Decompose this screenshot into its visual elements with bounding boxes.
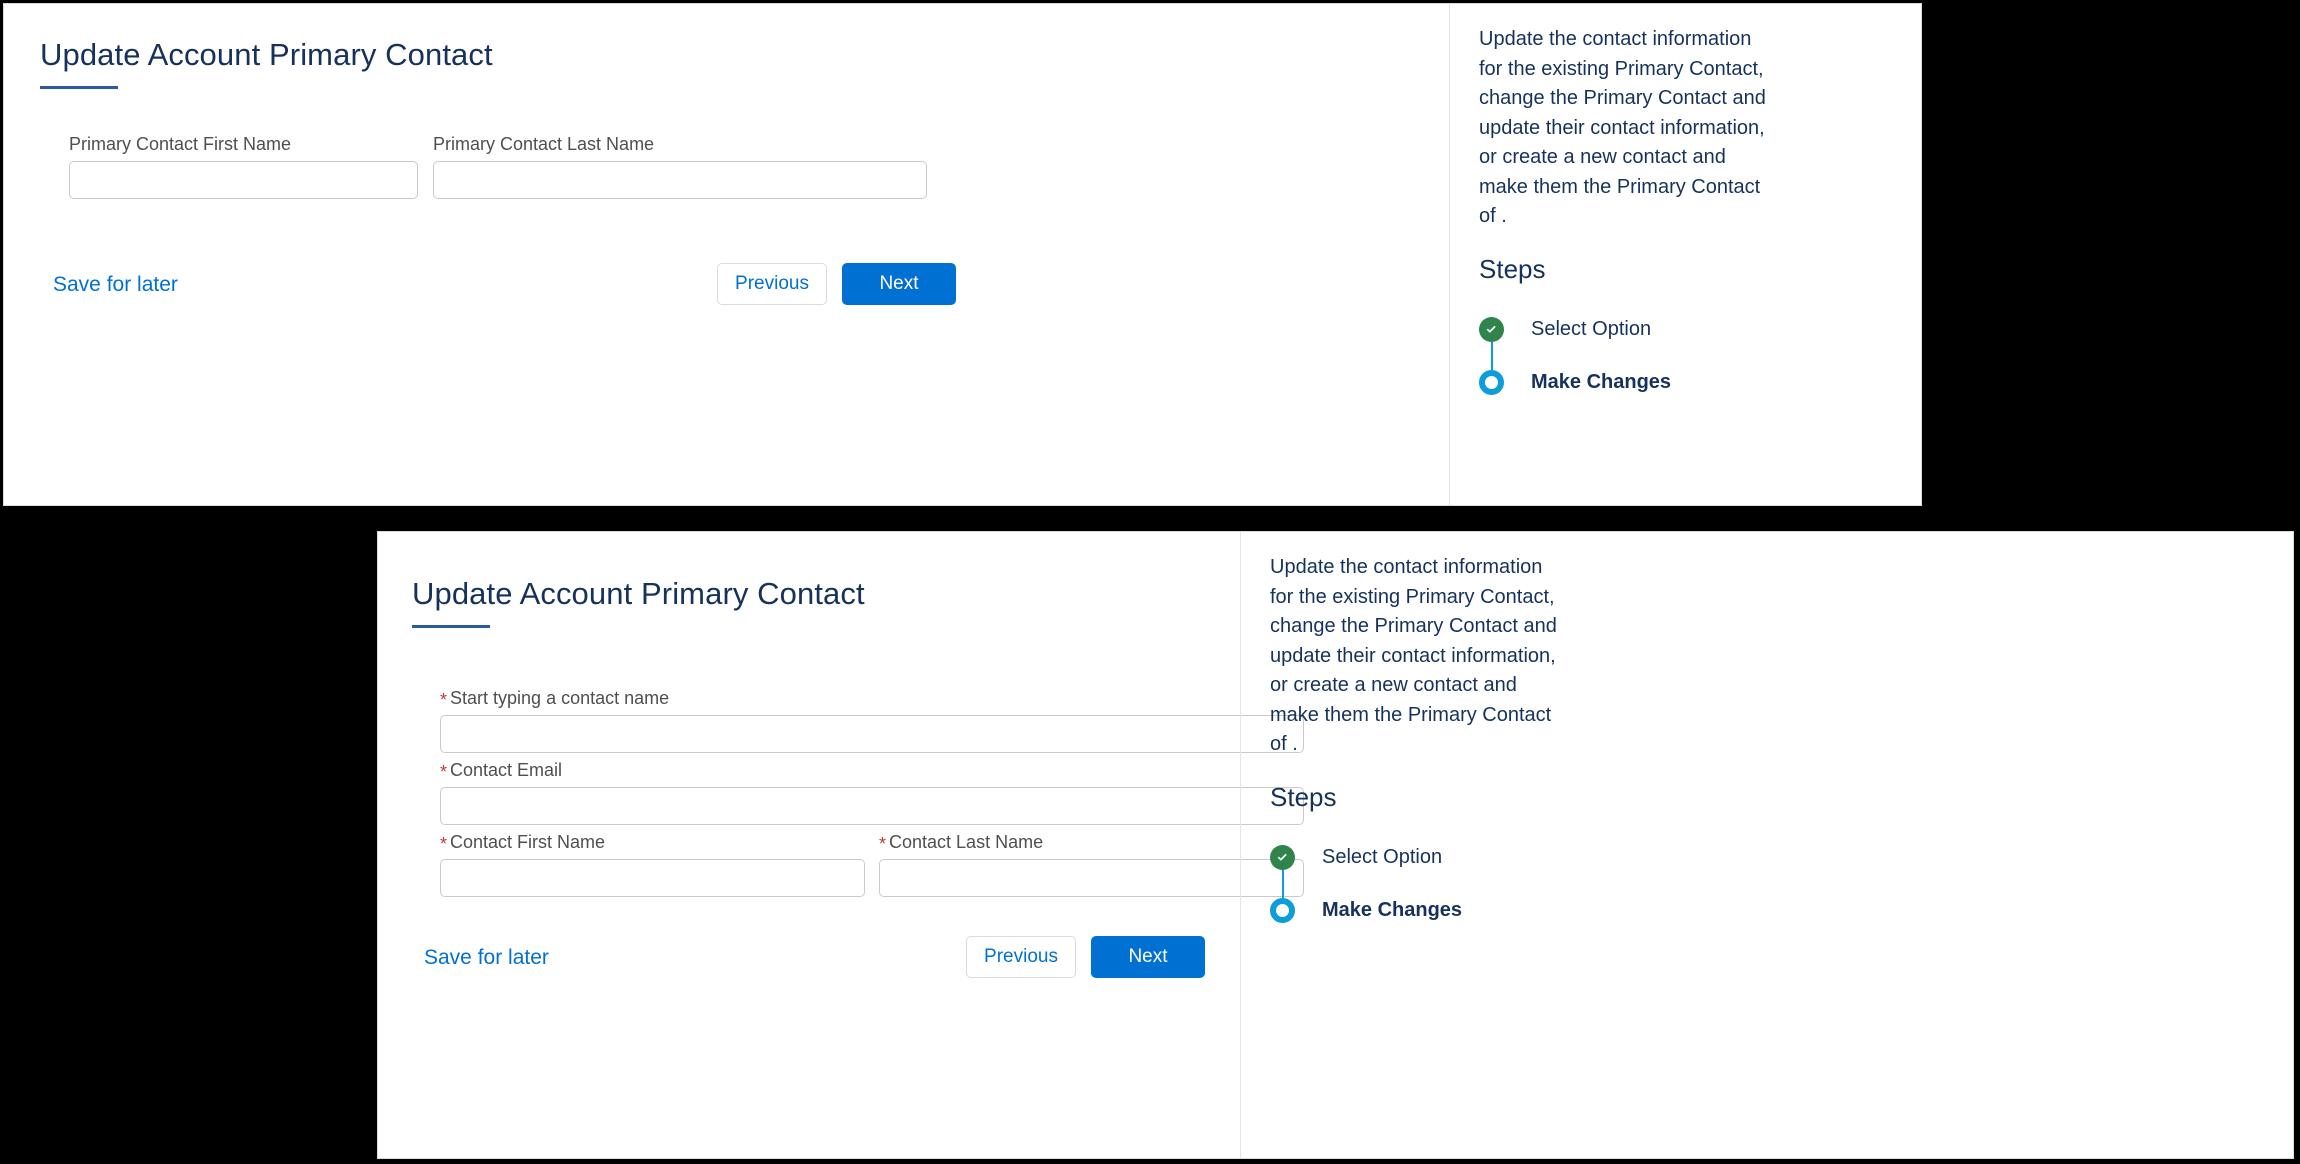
check-circle-icon [1270, 845, 1295, 870]
steps-progress-indicator: Select Option Make Changes [1270, 845, 1742, 924]
primary-contact-last-name-input[interactable] [433, 161, 927, 199]
step-label: Select Option [1531, 318, 1652, 340]
sidebar-steps-title: Steps [1270, 781, 1337, 812]
field-contact-name-lookup: * Start typing a contact name [440, 688, 1304, 753]
radio-current-icon [1479, 370, 1504, 395]
field-label: Primary Contact Last Name [433, 134, 655, 154]
step-item-make-changes[interactable]: Make Changes [1270, 898, 1742, 924]
footer-buttons: Previous Next [717, 263, 956, 305]
required-asterisk-icon: * [440, 690, 448, 710]
footer-buttons: Previous Next [966, 936, 1205, 978]
field-primary-contact-first-name: Primary Contact First Name [69, 134, 418, 199]
field-label-text: Start typing a contact name [450, 688, 670, 708]
field-label: * Contact First Name [440, 832, 865, 854]
step-label: Select Option [1322, 846, 1443, 868]
page-title-text: Update Account Primary Contact [412, 576, 865, 611]
field-label-text: Contact First Name [450, 832, 606, 852]
step-label: Make Changes [1531, 371, 1672, 393]
form-area: Update Account Primary Contact * Start ty… [378, 532, 1304, 1158]
omniscript-panel-existing-contact: Update Account Primary Contact Primary C… [3, 3, 1922, 506]
field-primary-contact-last-name: Primary Contact Last Name [433, 134, 927, 199]
step-item-select-option[interactable]: Select Option [1479, 317, 1774, 370]
radio-current-icon [1270, 898, 1295, 923]
step-spacer [1270, 871, 1742, 898]
form-area: Update Account Primary Contact Primary C… [4, 4, 1449, 505]
primary-contact-first-name-input[interactable] [69, 161, 418, 199]
title-underline [412, 624, 490, 628]
field-label: * Contact Email [440, 760, 1304, 782]
required-asterisk-icon: * [440, 762, 448, 782]
footer-left: Save for later [53, 273, 178, 297]
step-connector-line [1491, 341, 1493, 370]
sidebar-description: Update the contact information for the e… [1270, 556, 1557, 755]
next-button[interactable]: Next [1091, 936, 1205, 978]
contact-first-name-input[interactable] [440, 859, 865, 897]
page-title-text: Update Account Primary Contact [40, 37, 493, 72]
check-circle-icon [1479, 317, 1504, 342]
title-underline [40, 85, 118, 89]
footer-left: Save for later [424, 946, 549, 970]
field-contact-first-name: * Contact First Name [440, 832, 865, 897]
sidebar: Update the contact information for the e… [1240, 532, 2293, 1158]
field-label-text: Contact Last Name [889, 832, 1044, 852]
steps-progress-indicator: Select Option Make Changes [1479, 317, 1774, 396]
save-for-later-link[interactable]: Save for later [424, 946, 549, 970]
page-title: Update Account Primary Contact [412, 576, 865, 628]
step-connector-line [1282, 869, 1284, 898]
page-title: Update Account Primary Contact [40, 37, 493, 89]
sidebar-inner: Update the contact information for the e… [1270, 553, 1742, 924]
screenshot-stage: Update Account Primary Contact Primary C… [0, 0, 2300, 1164]
field-label: Primary Contact First Name [69, 134, 292, 154]
previous-button[interactable]: Previous [717, 263, 827, 305]
step-spacer [1479, 343, 1774, 370]
sidebar-description: Update the contact information for the e… [1479, 28, 1766, 227]
step-item-make-changes[interactable]: Make Changes [1479, 370, 1774, 396]
previous-button[interactable]: Previous [966, 936, 1076, 978]
field-label-text: Contact Email [450, 760, 563, 780]
sidebar: Update the contact information for the e… [1449, 4, 1921, 505]
field-contact-email: * Contact Email [440, 760, 1304, 825]
contact-email-input[interactable] [440, 787, 1304, 825]
omniscript-panel-new-contact: Update Account Primary Contact * Start ty… [377, 531, 2294, 1159]
contact-name-lookup-input[interactable] [440, 715, 1304, 753]
step-label: Make Changes [1322, 899, 1463, 921]
field-label: * Start typing a contact name [440, 688, 1304, 710]
step-item-select-option[interactable]: Select Option [1270, 845, 1742, 898]
next-button[interactable]: Next [842, 263, 956, 305]
sidebar-inner: Update the contact information for the e… [1479, 25, 1774, 396]
required-asterisk-icon: * [440, 834, 448, 854]
required-asterisk-icon: * [879, 834, 887, 854]
sidebar-steps-title: Steps [1479, 253, 1546, 284]
save-for-later-link[interactable]: Save for later [53, 273, 178, 297]
